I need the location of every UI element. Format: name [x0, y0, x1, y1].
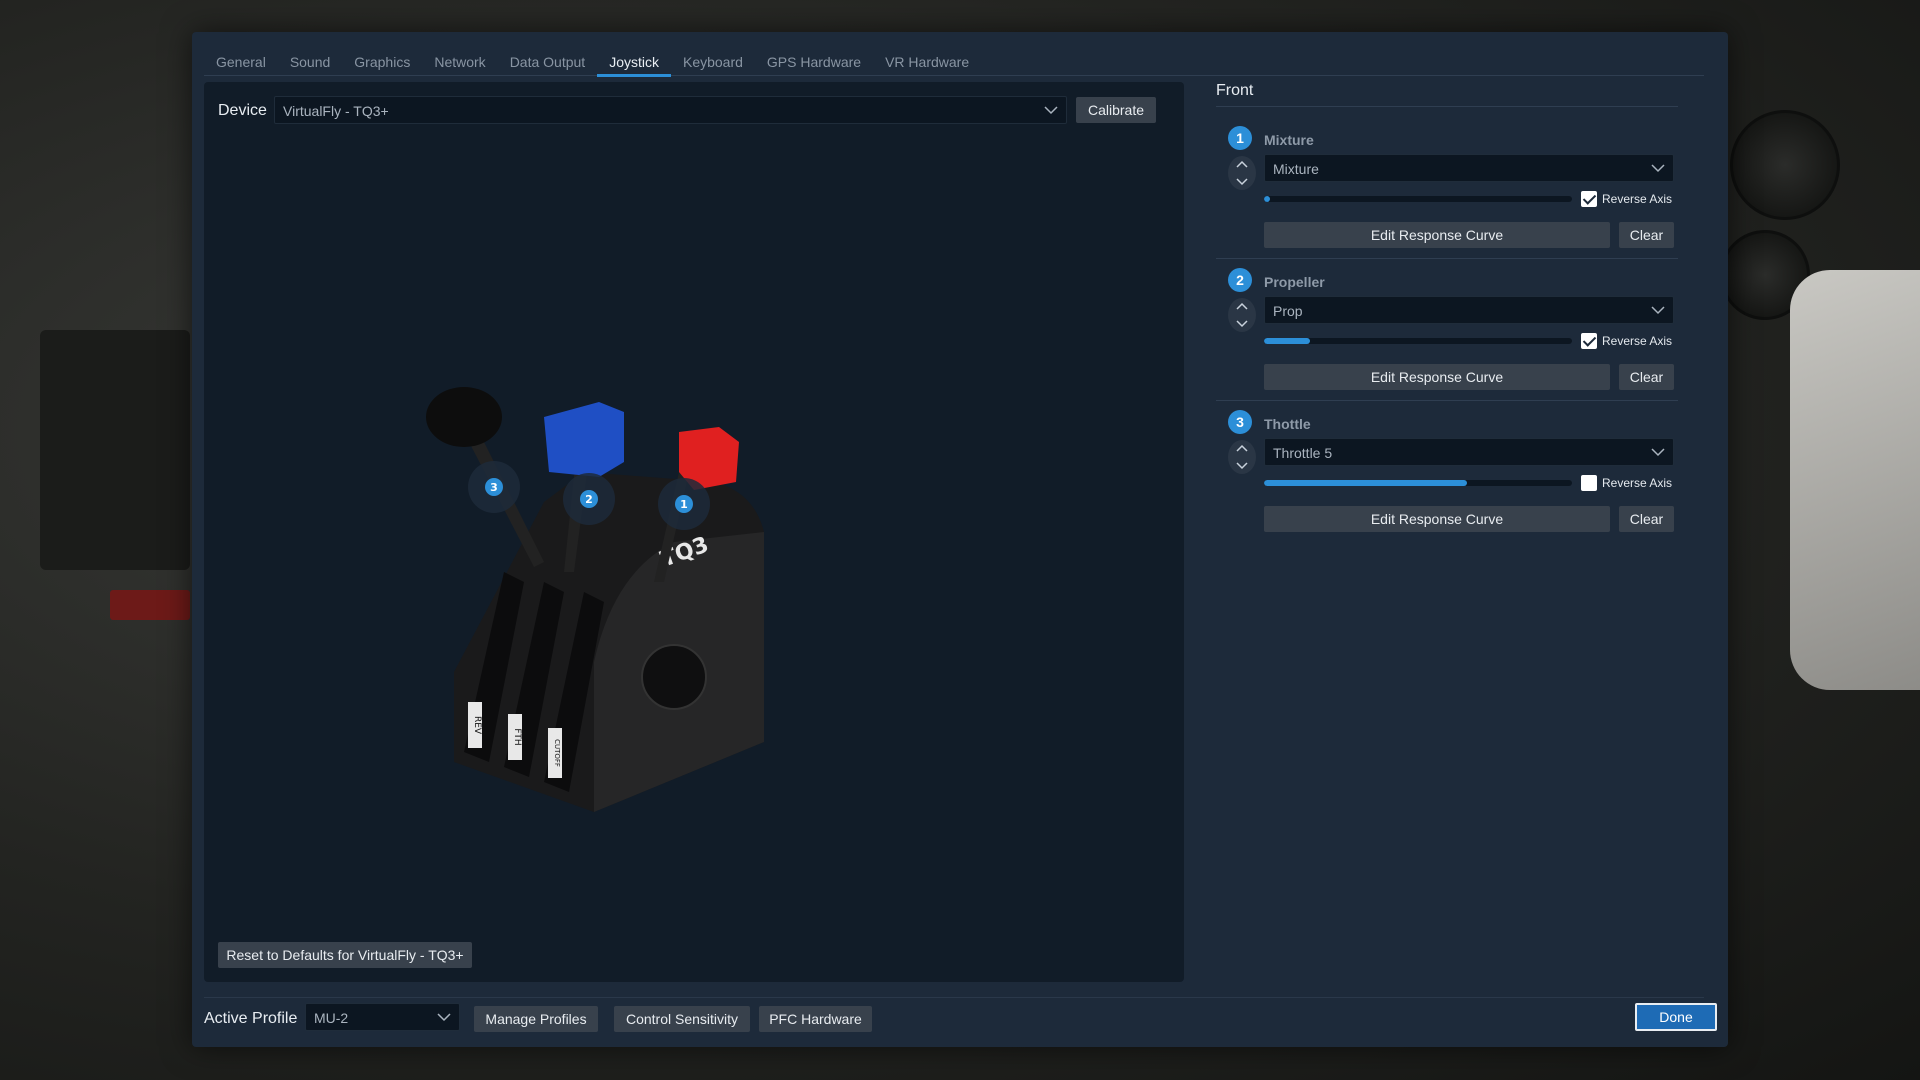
- chevron-down-icon: [1044, 106, 1058, 115]
- lever-knob-blue: [544, 402, 624, 477]
- clear-button[interactable]: Clear: [1619, 506, 1674, 532]
- settings-tabs: General Sound Graphics Network Data Outp…: [204, 46, 1704, 77]
- axis-updown-icon[interactable]: [1228, 440, 1256, 474]
- axis-updown-icon[interactable]: [1228, 156, 1256, 190]
- axis-marker-number: 3: [490, 481, 498, 494]
- device-selected-value: VirtualFly - TQ3+: [283, 103, 389, 119]
- divider: [204, 997, 1704, 998]
- axis-position-bar: [1264, 196, 1572, 202]
- clear-button[interactable]: Clear: [1619, 222, 1674, 248]
- axis-position-fill: [1264, 196, 1271, 202]
- chevron-down-icon: [1651, 448, 1665, 457]
- clear-button[interactable]: Clear: [1619, 364, 1674, 390]
- axis-name: Thottle: [1264, 416, 1311, 432]
- control-sensitivity-button[interactable]: Control Sensitivity: [614, 1006, 750, 1032]
- lever-knob-black: [426, 387, 502, 447]
- axis-position-bar: [1264, 480, 1572, 486]
- divider: [1216, 106, 1678, 107]
- tab-vr-hardware[interactable]: VR Hardware: [873, 46, 981, 76]
- axis-row-1: 1 Mixture Mixture Reverse Axis Edit Resp…: [1216, 116, 1678, 259]
- axis-assignment-value: Mixture: [1273, 161, 1319, 177]
- chevron-down-icon: [1651, 306, 1665, 315]
- chevron-down-icon: [437, 1013, 451, 1022]
- throttle-quadrant-image: REV FTH CUTOFF TQ3 3 2 1: [426, 387, 764, 812]
- reverse-axis-checkbox[interactable]: [1581, 333, 1597, 349]
- front-section-title: Front: [1216, 82, 1254, 99]
- lever-label: CUTOFF: [553, 739, 561, 767]
- axis-row-3: 3 Thottle Throttle 5 Reverse Axis Edit R…: [1216, 400, 1678, 542]
- reverse-axis-label: Reverse Axis: [1602, 476, 1673, 490]
- tab-general[interactable]: General: [204, 46, 278, 76]
- axis-assignment-select[interactable]: Mixture: [1264, 154, 1674, 182]
- axis-row-2: 2 Propeller Prop Reverse Axis Edit Respo…: [1216, 258, 1678, 401]
- active-profile-select[interactable]: MU-2: [305, 1003, 460, 1031]
- tab-graphics[interactable]: Graphics: [342, 46, 422, 76]
- reverse-axis-checkbox[interactable]: [1581, 191, 1597, 207]
- axis-assignment-select[interactable]: Throttle 5: [1264, 438, 1674, 466]
- pfc-hardware-button[interactable]: PFC Hardware: [759, 1006, 872, 1032]
- reverse-axis-label: Reverse Axis: [1602, 192, 1673, 206]
- active-profile-value: MU-2: [314, 1010, 349, 1026]
- edit-response-curve-button[interactable]: Edit Response Curve: [1264, 222, 1610, 248]
- tab-network[interactable]: Network: [422, 46, 497, 76]
- device-label: Device: [218, 102, 267, 119]
- reverse-axis-checkbox[interactable]: [1581, 475, 1597, 491]
- active-profile-label: Active Profile: [204, 1010, 298, 1027]
- tab-keyboard[interactable]: Keyboard: [671, 46, 755, 76]
- axis-marker-number: 1: [680, 498, 688, 511]
- calibrate-button[interactable]: Calibrate: [1076, 97, 1156, 123]
- reverse-axis-label: Reverse Axis: [1602, 334, 1673, 348]
- background-cockpit-panel: [40, 330, 190, 570]
- device-select[interactable]: VirtualFly - TQ3+: [274, 96, 1067, 124]
- tab-joystick[interactable]: Joystick: [597, 46, 671, 77]
- axis-position-bar: [1264, 338, 1572, 344]
- manage-profiles-button[interactable]: Manage Profiles: [474, 1006, 598, 1032]
- tab-sound[interactable]: Sound: [278, 46, 342, 76]
- chevron-down-icon: [1651, 164, 1665, 173]
- background-gauge: [1730, 110, 1840, 220]
- axis-name: Mixture: [1264, 132, 1314, 148]
- axis-number-badge: 1: [1228, 126, 1252, 150]
- device-panel: Device VirtualFly - TQ3+ Calibrate REV F…: [204, 82, 1184, 982]
- edit-response-curve-button[interactable]: Edit Response Curve: [1264, 364, 1610, 390]
- tab-gps-hardware[interactable]: GPS Hardware: [755, 46, 873, 76]
- axis-name: Propeller: [1264, 274, 1325, 290]
- background-red-knob: [110, 590, 190, 620]
- reset-defaults-button[interactable]: Reset to Defaults for VirtualFly - TQ3+: [218, 942, 472, 968]
- background-seat: [1790, 270, 1920, 690]
- axis-assignment-select[interactable]: Prop: [1264, 296, 1674, 324]
- axis-position-fill: [1264, 480, 1468, 486]
- friction-knob: [641, 644, 707, 710]
- settings-dialog: General Sound Graphics Network Data Outp…: [192, 32, 1728, 1047]
- axis-marker-number: 2: [585, 493, 593, 506]
- axis-number-badge: 2: [1228, 268, 1252, 292]
- axis-position-fill: [1264, 338, 1311, 344]
- lever-label: REV: [472, 716, 482, 735]
- done-button[interactable]: Done: [1635, 1003, 1717, 1031]
- axis-assignment-value: Throttle 5: [1273, 445, 1333, 461]
- axis-assignments-panel: Front 1 Mixture Mixture Reverse Axis Edi…: [1200, 82, 1688, 982]
- tab-data-output[interactable]: Data Output: [498, 46, 598, 76]
- axis-updown-icon[interactable]: [1228, 298, 1256, 332]
- edit-response-curve-button[interactable]: Edit Response Curve: [1264, 506, 1610, 532]
- lever-label: FTH: [512, 728, 522, 745]
- axis-assignment-value: Prop: [1273, 303, 1303, 319]
- axis-number-badge: 3: [1228, 410, 1252, 434]
